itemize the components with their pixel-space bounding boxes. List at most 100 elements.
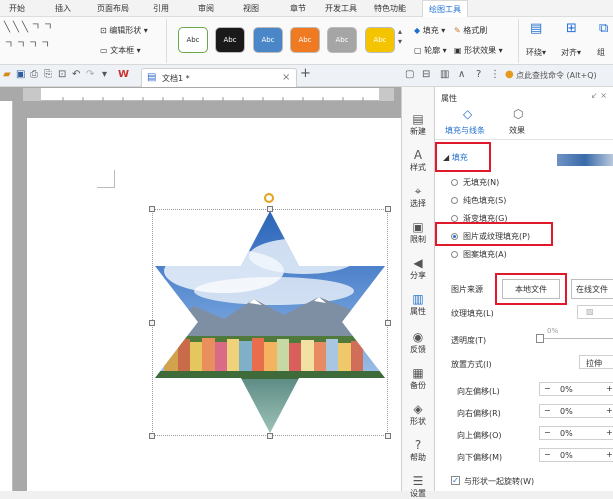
radio-pattern-fill[interactable] — [451, 251, 458, 258]
strip-new-label: 新建 — [410, 127, 426, 136]
tab-start[interactable]: 开始 — [9, 3, 25, 14]
style-swatch-yellow[interactable]: Abc — [365, 27, 395, 53]
export-icon[interactable]: ⎙ — [30, 70, 38, 80]
shape-effect-button[interactable]: ▣ 形状效果 ▾ — [454, 45, 503, 56]
spinner-plus-icon[interactable]: + — [606, 406, 613, 415]
format-brush-button[interactable]: ✎ 格式刷 — [454, 25, 487, 36]
layout-icon[interactable]: ▥ — [440, 70, 449, 80]
tab-references[interactable]: 引用 — [153, 3, 169, 14]
command-search[interactable]: 点此查找命令 (Alt+Q) — [516, 70, 597, 81]
tab-review[interactable]: 审阅 — [198, 3, 214, 14]
new-tab-button[interactable]: + — [300, 67, 311, 80]
spinner-minus-icon[interactable]: − — [544, 406, 551, 415]
open-folder-icon[interactable]: ▰ — [3, 70, 11, 80]
offset-right-spinner[interactable]: −0% + — [539, 404, 613, 418]
tab-developer[interactable]: 开发工具 — [325, 3, 357, 14]
connector-shapes-icon[interactable]: ㄱㄱㄱㄱ — [4, 41, 53, 51]
fill-section-header[interactable]: ◢ 填充 — [443, 152, 468, 163]
spinner-plus-icon[interactable]: + — [606, 428, 613, 437]
spinner-plus-icon[interactable]: + — [606, 384, 613, 393]
strip-new[interactable]: ▤ 新建 — [402, 113, 434, 137]
horizontal-ruler[interactable] — [23, 88, 394, 101]
strip-help[interactable]: ? 帮助 — [402, 439, 434, 463]
strip-shape[interactable]: ◈ 形状 — [402, 403, 434, 427]
undo-icon[interactable]: ↶ — [72, 70, 80, 80]
textbox-label: 文本框 — [110, 46, 135, 55]
radio-picture-texture-fill[interactable] — [451, 233, 458, 240]
tab-drawing-tools[interactable]: 绘图工具 — [422, 0, 468, 17]
style-swatch-white[interactable]: Abc — [178, 27, 208, 53]
strip-select[interactable]: ⌖ 选择 — [402, 185, 434, 209]
connector-shapes-icon[interactable]: ╲╲╲ㄱㄱ — [4, 23, 55, 33]
print-icon[interactable]: ⎘ — [44, 70, 52, 80]
rotate-handle[interactable] — [264, 193, 274, 203]
offset-down-spinner[interactable]: −0% + — [539, 448, 613, 462]
offset-left-spinner[interactable]: −0% + — [539, 382, 613, 396]
local-file-button[interactable]: 本地文件 — [502, 279, 560, 299]
wrap-icon[interactable]: ▤ — [530, 22, 542, 35]
radio-solid-fill[interactable] — [451, 197, 458, 204]
window-icon[interactable]: ⊟ — [422, 70, 430, 80]
edit-shape-button[interactable]: ⊡ 编辑形状 ▾ — [100, 25, 148, 36]
radio-no-fill[interactable] — [451, 179, 458, 186]
strip-share[interactable]: ◀ 分享 — [402, 257, 434, 281]
tab-effect[interactable]: ⬡ 效果 — [505, 108, 535, 137]
style-swatch-gray[interactable]: Abc — [327, 27, 357, 53]
align-icon[interactable]: ⊞ — [566, 22, 577, 35]
align-button[interactable]: 对齐▾ — [561, 47, 581, 58]
style-swatch-blue[interactable]: Abc — [253, 27, 283, 53]
more-icon[interactable]: ⋮ — [490, 70, 500, 80]
group-icon[interactable]: ⧉ — [599, 22, 608, 35]
document-tab[interactable]: ▤ 文档1 * × — [141, 68, 297, 87]
skin-icon[interactable]: ▢ — [405, 70, 414, 80]
tab-fill-and-line[interactable]: ◇ 填充与线条 — [445, 108, 493, 137]
textbox-button[interactable]: ▭ 文本框 ▾ — [100, 45, 141, 56]
fill-button[interactable]: ◆ 填充 ▾ — [414, 25, 445, 36]
outline-button[interactable]: ▢ 轮廓 ▾ — [414, 45, 447, 56]
shape-effect-label: 形状效果 — [464, 46, 497, 55]
strip-feedback[interactable]: ◉ 反馈 — [402, 331, 434, 355]
rotate-with-shape-checkbox[interactable]: ✓ — [451, 476, 460, 485]
strip-properties[interactable]: ▥ 属性 — [402, 293, 434, 317]
spinner-minus-icon[interactable]: − — [544, 450, 551, 459]
style-swatch-black[interactable]: Abc — [215, 27, 245, 53]
strip-restrict[interactable]: ▣ 限制 — [402, 221, 434, 245]
strip-settings[interactable]: ☰ 设置 — [402, 475, 434, 499]
tab-view[interactable]: 视图 — [243, 3, 259, 14]
texture-picker[interactable]: ▨ — [577, 305, 613, 319]
group-button[interactable]: 组 — [597, 47, 605, 58]
style-swatch-orange[interactable]: Abc — [290, 27, 320, 53]
wps-logo-icon[interactable]: W — [118, 70, 129, 80]
minimize-ribbon-icon[interactable]: ∧ — [458, 70, 465, 80]
customize-icon[interactable]: ▾ — [102, 70, 107, 80]
styles-expand-icon[interactable]: ▴ ▾ — [398, 27, 402, 47]
tab-insert[interactable]: 插入 — [55, 3, 71, 14]
select-icon: ⌖ — [414, 184, 422, 198]
tab-special[interactable]: 特色功能 — [374, 3, 406, 14]
spinner-minus-icon[interactable]: − — [544, 384, 551, 393]
strip-style[interactable]: A 样式 — [402, 149, 434, 173]
tab-page-layout[interactable]: 页面布局 — [97, 3, 129, 14]
strip-backup[interactable]: ▦ 备份 — [402, 367, 434, 391]
star-shape-picture[interactable] — [154, 211, 386, 434]
help-icon[interactable]: ? — [476, 70, 481, 80]
spinner-plus-icon[interactable]: + — [606, 450, 613, 459]
preview-icon[interactable]: ⊡ — [58, 70, 66, 80]
radio-gradient-fill[interactable] — [451, 215, 458, 222]
transparency-slider-track[interactable] — [539, 338, 613, 339]
save-icon[interactable]: ▣ — [16, 70, 25, 80]
offset-up-spinner[interactable]: −0% + — [539, 426, 613, 440]
redo-icon[interactable]: ↷ — [86, 70, 94, 80]
transparency-slider-thumb[interactable] — [536, 334, 544, 343]
document-page[interactable] — [27, 118, 401, 491]
panel-pin-icon[interactable]: ↙ × — [591, 91, 607, 100]
spinner-minus-icon[interactable]: − — [544, 428, 551, 437]
panel-title: 属性 — [441, 94, 457, 103]
placement-select[interactable]: 拉伸 — [579, 355, 613, 369]
online-file-button[interactable]: 在线文件 — [571, 279, 613, 299]
no-fill-label: 无填充(N) — [463, 178, 500, 187]
wrap-button[interactable]: 环绕▾ — [526, 47, 546, 58]
tab-sections[interactable]: 章节 — [290, 3, 306, 14]
vertical-ruler[interactable] — [0, 101, 13, 491]
close-tab-button[interactable]: × — [282, 72, 290, 83]
